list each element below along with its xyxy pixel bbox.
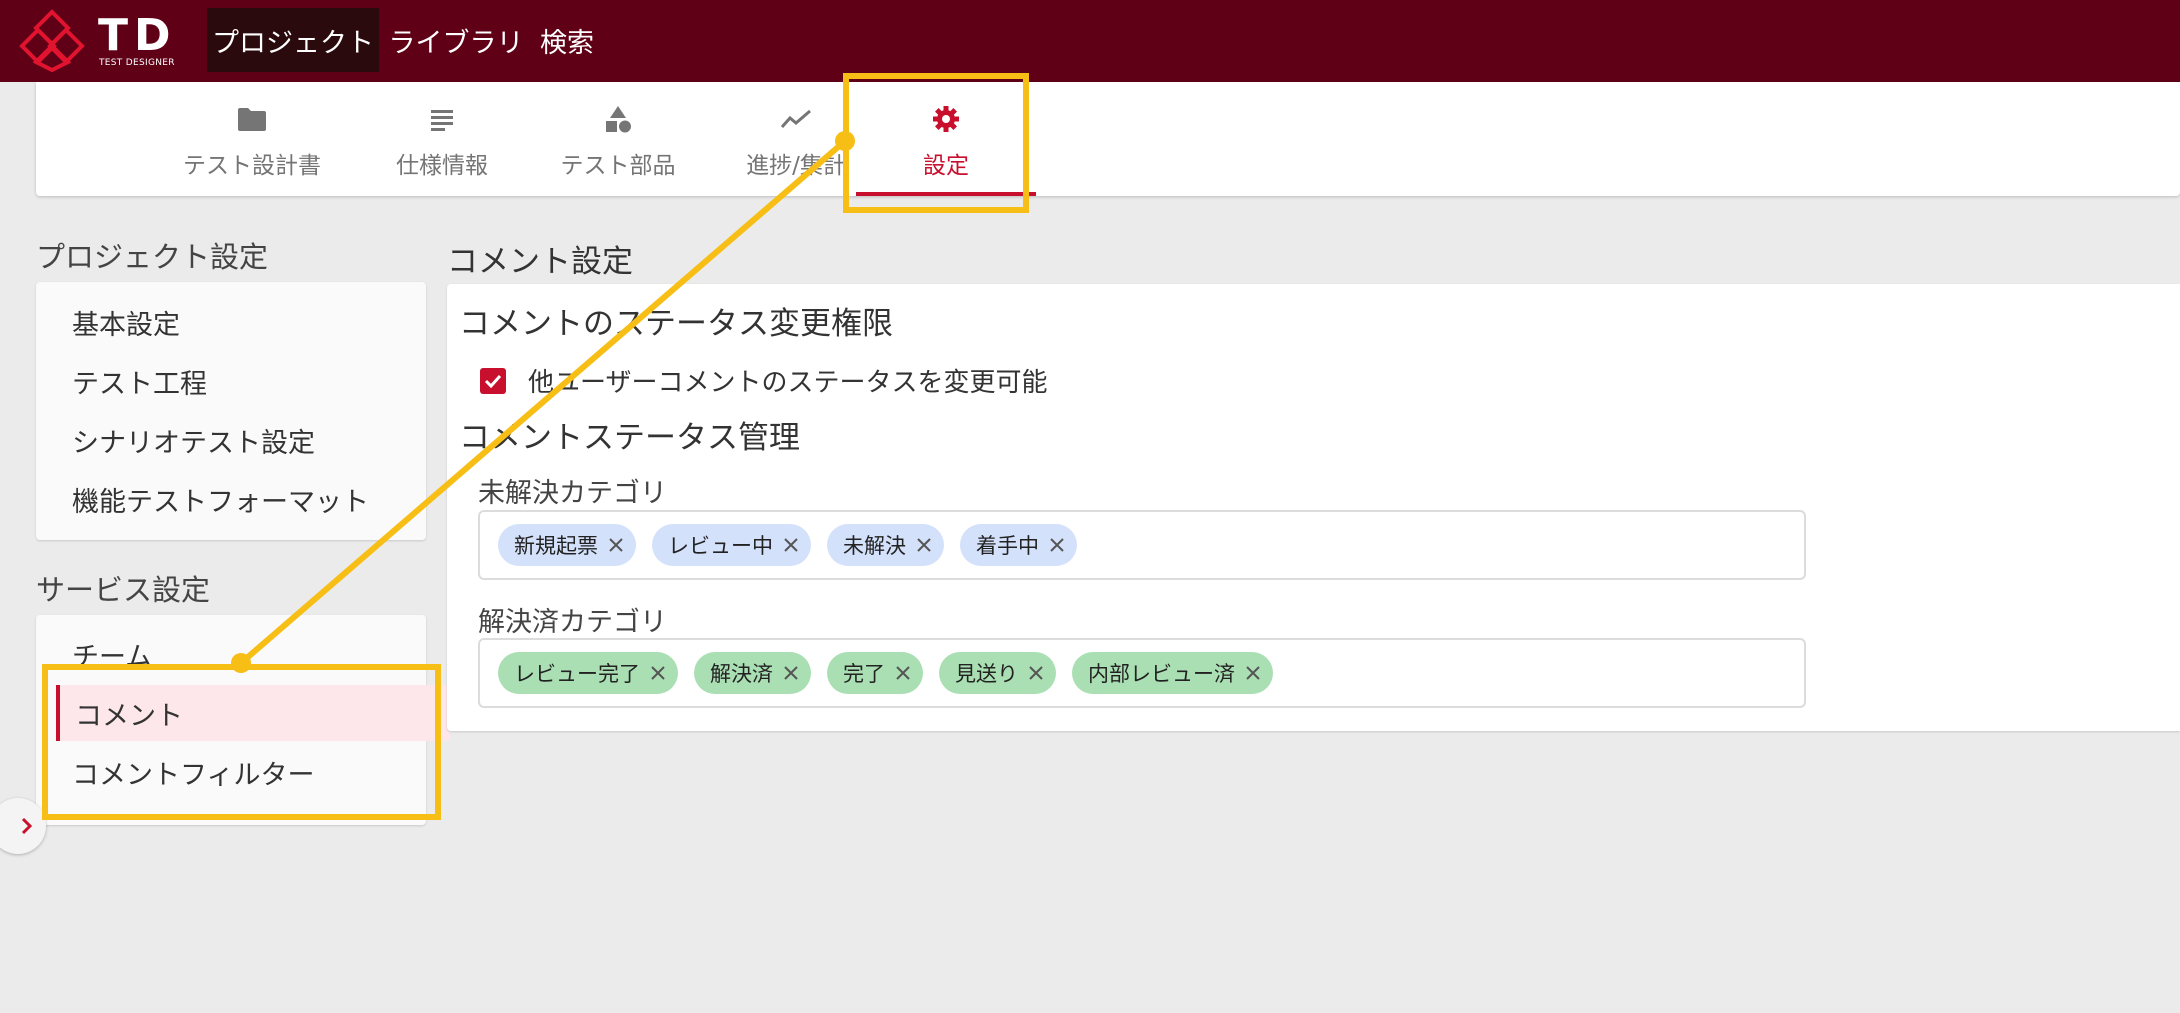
- logo-subtitle: TEST DESIGNER: [99, 58, 175, 68]
- nav-project[interactable]: プロジェクト: [207, 8, 379, 72]
- app-header: TD TEST DESIGNER プロジェクト ライブラリ 検索: [0, 0, 2180, 82]
- close-icon[interactable]: [1049, 537, 1065, 553]
- close-icon[interactable]: [1028, 665, 1044, 681]
- test-designer-logo[interactable]: TD TEST DESIGNER: [18, 8, 188, 74]
- status-chip: レビュー完了: [498, 652, 678, 694]
- tab-label: 設定: [923, 153, 969, 179]
- status-chip: 解決済: [694, 652, 811, 694]
- status-chip: 新規起票: [498, 524, 636, 566]
- sidebar-item-test-process[interactable]: テスト工程: [36, 353, 426, 409]
- project-settings-heading: プロジェクト設定: [36, 240, 269, 274]
- status-chip: 内部レビュー済: [1072, 652, 1273, 694]
- change-status-permission[interactable]: 他ユーザーコメントのステータスを変更可能: [480, 362, 1047, 399]
- chevron-right-icon: [21, 817, 33, 835]
- close-icon[interactable]: [608, 537, 624, 553]
- permission-checkbox-label: 他ユーザーコメントのステータスを変更可能: [528, 368, 1048, 398]
- nav-library[interactable]: ライブラリ: [388, 8, 524, 72]
- status-chip: レビュー中: [652, 524, 811, 566]
- resolved-category-field[interactable]: レビュー完了 解決済 完了 見送り 内部レビュー済: [478, 638, 1806, 708]
- chip-label: 解決済: [710, 662, 773, 686]
- status-chip: 着手中: [960, 524, 1077, 566]
- chip-label: 新規起票: [514, 534, 598, 558]
- close-icon[interactable]: [783, 665, 799, 681]
- chip-label: 内部レビュー済: [1088, 662, 1235, 686]
- sidebar-item-team[interactable]: チーム: [36, 626, 426, 682]
- trend-icon: [780, 104, 812, 134]
- gear-icon: [932, 104, 960, 134]
- tab-test-design[interactable]: テスト設計書: [140, 82, 364, 196]
- tab-label: テスト部品: [560, 153, 676, 179]
- service-settings-heading: サービス設定: [36, 573, 211, 607]
- close-icon[interactable]: [1245, 665, 1261, 681]
- status-chip: 完了: [827, 652, 923, 694]
- tab-label: テスト設計書: [183, 153, 321, 179]
- close-icon[interactable]: [783, 537, 799, 553]
- status-chip: 見送り: [939, 652, 1056, 694]
- sidebar-item-comment[interactable]: コメント: [56, 685, 450, 741]
- chip-label: 見送り: [955, 662, 1018, 686]
- logo-mark-icon: [19, 9, 85, 73]
- service-settings-nav: チーム コメント コメントフィルター: [36, 615, 450, 825]
- chip-label: 未解決: [843, 534, 906, 558]
- folder-icon: [237, 104, 267, 134]
- status-chip: 未解決: [827, 524, 944, 566]
- chip-label: 着手中: [976, 534, 1039, 558]
- nav-search[interactable]: 検索: [536, 8, 598, 72]
- tab-test-parts[interactable]: テスト部品: [530, 82, 706, 196]
- chip-label: 完了: [843, 662, 885, 686]
- check-icon: [484, 374, 502, 388]
- comment-settings-card: コメントのステータス変更権限 他ユーザーコメントのステータスを変更可能 コメント…: [447, 284, 2180, 731]
- resolved-category-label: 解決済カテゴリ: [478, 607, 667, 638]
- tab-spec-info[interactable]: 仕様情報: [354, 82, 530, 196]
- sidebar-item-scenario-test-settings[interactable]: シナリオテスト設定: [36, 412, 426, 468]
- status-management-heading: コメントステータス管理: [459, 420, 800, 456]
- unresolved-category-field[interactable]: 新規起票 レビュー中 未解決 着手中: [478, 510, 1806, 580]
- sidebar-item-basic-settings[interactable]: 基本設定: [36, 294, 426, 350]
- project-tabs: テスト設計書 仕様情報 テスト部品 進捗/集計 設定: [36, 82, 2180, 196]
- sidebar-item-comment-filter[interactable]: コメントフィルター: [36, 744, 426, 800]
- page-title: コメント設定: [447, 244, 633, 280]
- list-icon: [429, 104, 455, 134]
- chip-label: レビュー完了: [514, 662, 640, 686]
- logo-text: TD: [98, 10, 177, 61]
- tab-label: 進捗/集計: [746, 153, 846, 179]
- shapes-icon: [604, 104, 632, 134]
- close-icon[interactable]: [895, 665, 911, 681]
- permission-heading: コメントのステータス変更権限: [459, 306, 893, 342]
- unresolved-category-label: 未解決カテゴリ: [478, 478, 667, 509]
- chip-label: レビュー中: [668, 534, 773, 558]
- permission-checkbox[interactable]: [480, 367, 506, 394]
- tab-settings[interactable]: 設定: [856, 82, 1036, 196]
- close-icon[interactable]: [650, 665, 666, 681]
- sidebar-item-function-test-format[interactable]: 機能テストフォーマット: [36, 471, 426, 527]
- close-icon[interactable]: [916, 537, 932, 553]
- tab-label: 仕様情報: [396, 153, 488, 179]
- project-settings-nav: 基本設定 テスト工程 シナリオテスト設定 機能テストフォーマット: [36, 282, 426, 540]
